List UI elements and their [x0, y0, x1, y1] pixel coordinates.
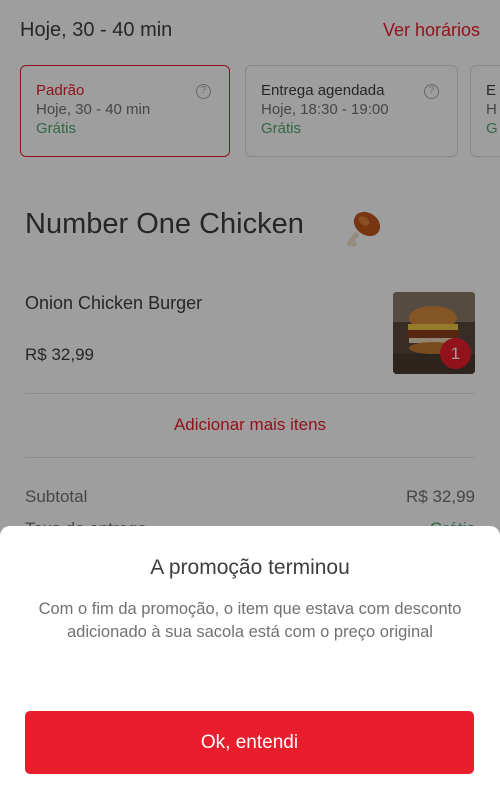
ok-button[interactable]: Ok, entendi: [25, 711, 474, 774]
order-page: Hoje, 30 - 40 min Ver horários Padrão Ho…: [0, 0, 500, 800]
promotion-ended-sheet: A promoção terminou Com o fim da promoçã…: [0, 526, 500, 800]
sheet-message: Com o fim da promoção, o item que estava…: [38, 600, 462, 641]
sheet-title: A promoção terminou: [150, 556, 350, 579]
